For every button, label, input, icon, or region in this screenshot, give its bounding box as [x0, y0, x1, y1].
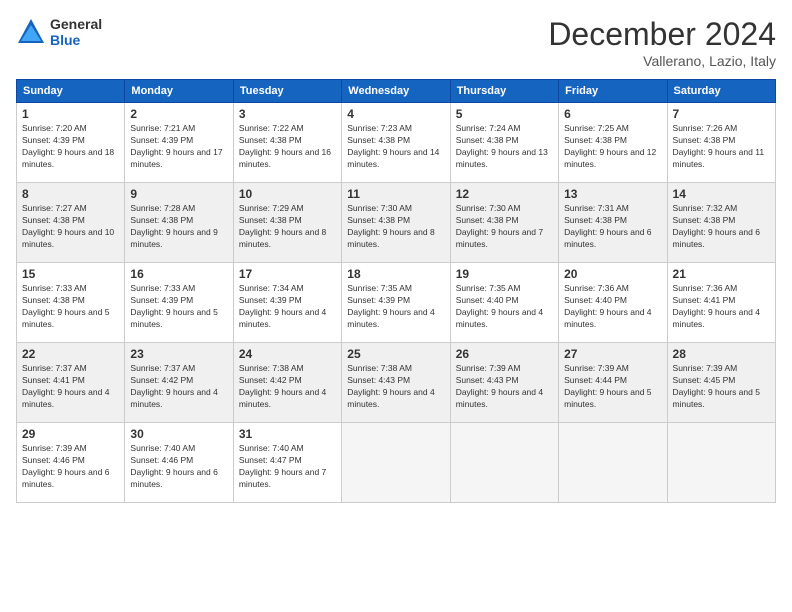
- table-row: 23 Sunrise: 7:37 AM Sunset: 4:42 PM Dayl…: [125, 343, 233, 423]
- col-wednesday: Wednesday: [342, 80, 450, 103]
- table-row: 24 Sunrise: 7:38 AM Sunset: 4:42 PM Dayl…: [233, 343, 341, 423]
- table-row: 18 Sunrise: 7:35 AM Sunset: 4:39 PM Dayl…: [342, 263, 450, 343]
- table-row: 12 Sunrise: 7:30 AM Sunset: 4:38 PM Dayl…: [450, 183, 558, 263]
- logo: General Blue: [16, 16, 102, 48]
- table-row: 19 Sunrise: 7:35 AM Sunset: 4:40 PM Dayl…: [450, 263, 558, 343]
- table-row: 13 Sunrise: 7:31 AM Sunset: 4:38 PM Dayl…: [559, 183, 667, 263]
- table-row: 26 Sunrise: 7:39 AM Sunset: 4:43 PM Dayl…: [450, 343, 558, 423]
- calendar-week-5: 29 Sunrise: 7:39 AM Sunset: 4:46 PM Dayl…: [17, 423, 776, 503]
- empty-cell: [667, 423, 775, 503]
- table-row: 7 Sunrise: 7:26 AM Sunset: 4:38 PM Dayli…: [667, 103, 775, 183]
- table-row: 16 Sunrise: 7:33 AM Sunset: 4:39 PM Dayl…: [125, 263, 233, 343]
- table-row: 22 Sunrise: 7:37 AM Sunset: 4:41 PM Dayl…: [17, 343, 125, 423]
- logo-icon: [16, 17, 46, 47]
- table-row: 2 Sunrise: 7:21 AM Sunset: 4:39 PM Dayli…: [125, 103, 233, 183]
- table-row: 5 Sunrise: 7:24 AM Sunset: 4:38 PM Dayli…: [450, 103, 558, 183]
- title-block: December 2024 Vallerano, Lazio, Italy: [548, 16, 776, 69]
- table-row: 6 Sunrise: 7:25 AM Sunset: 4:38 PM Dayli…: [559, 103, 667, 183]
- table-row: 27 Sunrise: 7:39 AM Sunset: 4:44 PM Dayl…: [559, 343, 667, 423]
- table-row: 4 Sunrise: 7:23 AM Sunset: 4:38 PM Dayli…: [342, 103, 450, 183]
- table-row: 25 Sunrise: 7:38 AM Sunset: 4:43 PM Dayl…: [342, 343, 450, 423]
- empty-cell: [342, 423, 450, 503]
- calendar: Sunday Monday Tuesday Wednesday Thursday…: [16, 79, 776, 503]
- table-row: 20 Sunrise: 7:36 AM Sunset: 4:40 PM Dayl…: [559, 263, 667, 343]
- table-row: 14 Sunrise: 7:32 AM Sunset: 4:38 PM Dayl…: [667, 183, 775, 263]
- logo-text: General Blue: [50, 16, 102, 48]
- page: General Blue December 2024 Vallerano, La…: [0, 0, 792, 612]
- month-title: December 2024: [548, 16, 776, 53]
- table-row: 3 Sunrise: 7:22 AM Sunset: 4:38 PM Dayli…: [233, 103, 341, 183]
- calendar-week-3: 15 Sunrise: 7:33 AM Sunset: 4:38 PM Dayl…: [17, 263, 776, 343]
- calendar-week-4: 22 Sunrise: 7:37 AM Sunset: 4:41 PM Dayl…: [17, 343, 776, 423]
- table-row: 11 Sunrise: 7:30 AM Sunset: 4:38 PM Dayl…: [342, 183, 450, 263]
- calendar-week-1: 1 Sunrise: 7:20 AM Sunset: 4:39 PM Dayli…: [17, 103, 776, 183]
- table-row: 31 Sunrise: 7:40 AM Sunset: 4:47 PM Dayl…: [233, 423, 341, 503]
- table-row: 17 Sunrise: 7:34 AM Sunset: 4:39 PM Dayl…: [233, 263, 341, 343]
- calendar-week-2: 8 Sunrise: 7:27 AM Sunset: 4:38 PM Dayli…: [17, 183, 776, 263]
- col-sunday: Sunday: [17, 80, 125, 103]
- col-saturday: Saturday: [667, 80, 775, 103]
- empty-cell: [559, 423, 667, 503]
- table-row: 10 Sunrise: 7:29 AM Sunset: 4:38 PM Dayl…: [233, 183, 341, 263]
- location: Vallerano, Lazio, Italy: [548, 53, 776, 69]
- table-row: 8 Sunrise: 7:27 AM Sunset: 4:38 PM Dayli…: [17, 183, 125, 263]
- calendar-header-row: Sunday Monday Tuesday Wednesday Thursday…: [17, 80, 776, 103]
- table-row: 1 Sunrise: 7:20 AM Sunset: 4:39 PM Dayli…: [17, 103, 125, 183]
- empty-cell: [450, 423, 558, 503]
- col-friday: Friday: [559, 80, 667, 103]
- table-row: 28 Sunrise: 7:39 AM Sunset: 4:45 PM Dayl…: [667, 343, 775, 423]
- header: General Blue December 2024 Vallerano, La…: [16, 16, 776, 69]
- col-thursday: Thursday: [450, 80, 558, 103]
- table-row: 29 Sunrise: 7:39 AM Sunset: 4:46 PM Dayl…: [17, 423, 125, 503]
- table-row: 30 Sunrise: 7:40 AM Sunset: 4:46 PM Dayl…: [125, 423, 233, 503]
- table-row: 21 Sunrise: 7:36 AM Sunset: 4:41 PM Dayl…: [667, 263, 775, 343]
- table-row: 9 Sunrise: 7:28 AM Sunset: 4:38 PM Dayli…: [125, 183, 233, 263]
- col-monday: Monday: [125, 80, 233, 103]
- col-tuesday: Tuesday: [233, 80, 341, 103]
- table-row: 15 Sunrise: 7:33 AM Sunset: 4:38 PM Dayl…: [17, 263, 125, 343]
